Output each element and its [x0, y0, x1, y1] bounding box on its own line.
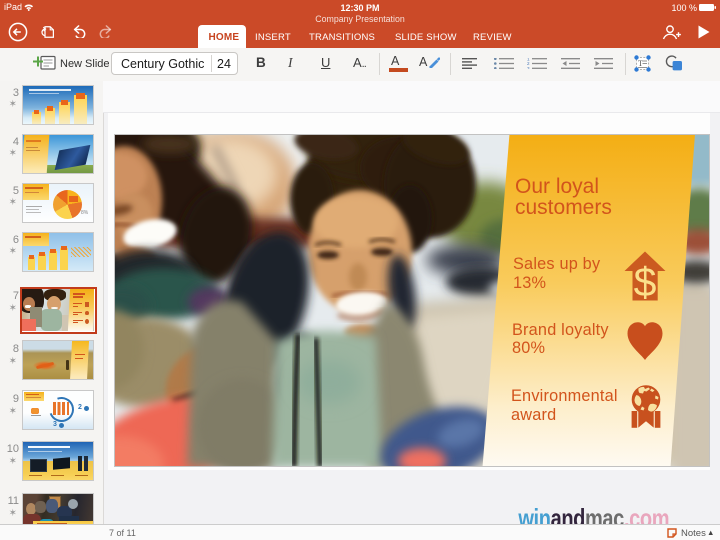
- svg-text:$: $: [634, 259, 657, 305]
- svg-text:3: 3: [527, 66, 530, 69]
- svg-text:T: T: [638, 59, 643, 68]
